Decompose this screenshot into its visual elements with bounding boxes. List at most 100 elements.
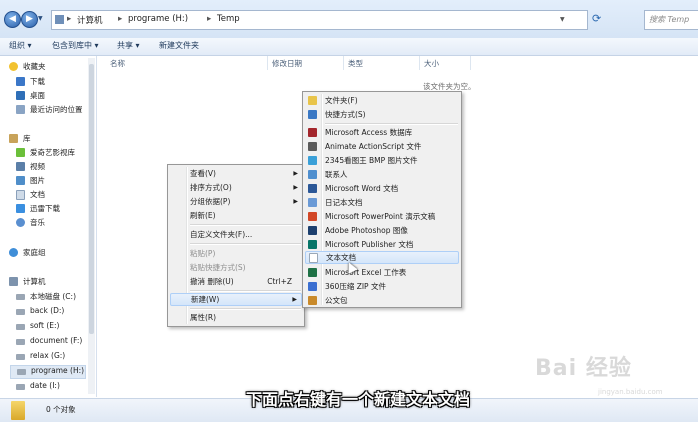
breadcrumb[interactable]: ▸ 计算机 ▸ programe (H:) ▸ Temp ▼ [51,10,588,30]
pictures-icon [16,176,25,185]
column-divider[interactable] [343,56,344,70]
scrollbar-thumb[interactable] [89,64,94,334]
download-icon [16,77,25,86]
submenu-item-publisher[interactable]: Microsoft Publisher 文档 [305,238,459,251]
drive-icon [16,354,25,360]
shortcut-icon [308,110,317,119]
nav-scrollbar[interactable] [88,58,95,394]
drive-icon [16,294,25,300]
breadcrumb-drive[interactable]: programe (H:) [128,14,188,24]
menu-separator [190,290,301,292]
menu-item-undo-delete[interactable]: 撤消 删除(U) Ctrl+Z [170,275,302,288]
column-header-size[interactable]: 大小 [424,58,439,69]
excel-icon [308,268,317,277]
image-icon [308,156,317,165]
desktop-icon [16,91,25,100]
powerpoint-icon [308,212,317,221]
menu-item-view[interactable]: 查看(V) ▶ [170,167,302,180]
photoshop-icon [308,226,317,235]
column-header-date[interactable]: 修改日期 [272,58,302,69]
computer-icon [9,277,18,286]
access-icon [308,128,317,137]
column-header-type[interactable]: 类型 [348,58,363,69]
menu-item-paste[interactable]: 粘贴(P) [170,247,302,260]
publisher-icon [308,240,317,249]
library-icon [9,134,18,143]
submenu-item-powerpoint[interactable]: Microsoft PowerPoint 演示文稿 [305,210,459,223]
baidu-watermark: Bai 经验 [535,356,632,381]
new-folder-button[interactable]: 新建文件夹 [159,40,199,51]
video-icon [16,162,25,171]
submenu-item-bmp[interactable]: 2345看图王 BMP 图片文件 [305,154,459,167]
submenu-arrow-icon: ▶ [292,296,297,303]
command-bar: 组织 ▾ 包含到库中 ▾ 共享 ▾ 新建文件夹 [0,38,698,56]
address-bar-area: ◀ ▶ ▼ ▸ 计算机 ▸ programe (H:) ▸ Temp ▼ ⟳ 搜… [0,0,698,39]
column-header-name[interactable]: 名称 [110,58,125,69]
breadcrumb-computer[interactable]: 计算机 [77,14,103,26]
drive-icon [16,339,25,345]
submenu-item-access[interactable]: Microsoft Access 数据库 [305,126,459,139]
baidu-watermark-url: jingyan.baidu.com [598,388,663,396]
submenu-item-folder[interactable]: 文件夹(F) [305,94,459,107]
submenu-arrow-icon: ▶ [293,198,298,205]
menu-item-refresh[interactable]: 刷新(E) [170,209,302,222]
back-button[interactable]: ◀ [4,11,21,28]
submenu-item-contact[interactable]: 联系人 [305,168,459,181]
submenu-item-excel[interactable]: Microsoft Excel 工作表 [305,266,459,279]
folder-icon [11,401,25,420]
submenu-item-briefcase[interactable]: 公文包 [305,294,459,305]
briefcase-icon [308,296,317,305]
search-input[interactable]: 搜索 Temp [644,10,698,30]
forward-button[interactable]: ▶ [21,11,38,28]
share-button[interactable]: 共享 ▾ [117,40,140,51]
column-divider[interactable] [470,56,471,70]
drive-icon [16,309,25,315]
column-divider[interactable] [419,56,420,70]
menu-separator [190,243,301,245]
dropdown-icon[interactable]: ▼ [560,16,565,23]
submenu-item-shortcut[interactable]: 快捷方式(S) [305,108,459,121]
submenu-item-zip[interactable]: 360压缩 ZIP 文件 [305,280,459,293]
menu-separator [190,308,301,310]
breadcrumb-separator-icon: ▸ [67,14,72,24]
new-submenu: 文件夹(F) 快捷方式(S) Microsoft Access 数据库 Anim… [302,91,462,308]
drive-icon [16,384,25,390]
video-subtitle: 下面点右键有一个新建文本文档 [246,390,471,409]
navigation-pane: 收藏夹 下载 桌面 最近访问的位置 库 爱奇艺影视库 视频 图片 文档 迅雷下载… [0,56,97,397]
breadcrumb-separator-icon: ▸ [118,14,123,24]
submenu-item-word[interactable]: Microsoft Word 文档 [305,182,459,195]
submenu-item-photoshop[interactable]: Adobe Photoshop 图像 [305,224,459,237]
star-icon [9,62,18,71]
refresh-icon[interactable]: ⟳ [592,12,606,26]
submenu-item-journal[interactable]: 日记本文档 [305,196,459,209]
drive-icon [17,369,26,375]
column-divider[interactable] [267,56,268,70]
context-menu: 查看(V) ▶ 排序方式(O) ▶ 分组依据(P) ▶ 刷新(E) 自定义文件夹(F)… [167,164,305,327]
documents-icon [16,190,25,200]
menu-item-new[interactable]: 新建(W) ▶ [170,293,302,306]
organize-button[interactable]: 组织 ▾ [9,40,32,51]
submenu-item-actionscript[interactable]: Animate ActionScript 文件 [305,140,459,153]
computer-icon [55,15,64,24]
nav-drive-selected[interactable]: programe (H:) [10,365,86,379]
menu-separator [325,123,458,125]
include-in-library-button[interactable]: 包含到库中 ▾ [52,40,99,51]
breadcrumb-folder[interactable]: Temp [217,14,240,24]
thunder-download-icon [16,204,25,213]
actionscript-icon [308,142,317,151]
journal-icon [308,198,317,207]
menu-item-group-by[interactable]: 分组依据(P) ▶ [170,195,302,208]
menu-item-customize-folder[interactable]: 自定义文件夹(F)... [170,228,302,241]
menu-item-properties[interactable]: 属性(R) [170,311,302,324]
recent-pages-icon[interactable]: ▼ [38,15,43,22]
breadcrumb-separator-icon: ▸ [207,14,212,24]
submenu-arrow-icon: ▶ [293,184,298,191]
menu-separator [190,224,301,226]
menu-item-sort-by[interactable]: 排序方式(O) ▶ [170,181,302,194]
item-count: 0 个对象 [46,405,76,414]
homegroup-icon [9,248,18,257]
menu-item-paste-shortcut[interactable]: 粘贴快捷方式(S) [170,261,302,274]
drive-icon [16,324,25,330]
submenu-arrow-icon: ▶ [293,170,298,177]
submenu-item-text-document[interactable]: 文本文档 [305,251,459,264]
